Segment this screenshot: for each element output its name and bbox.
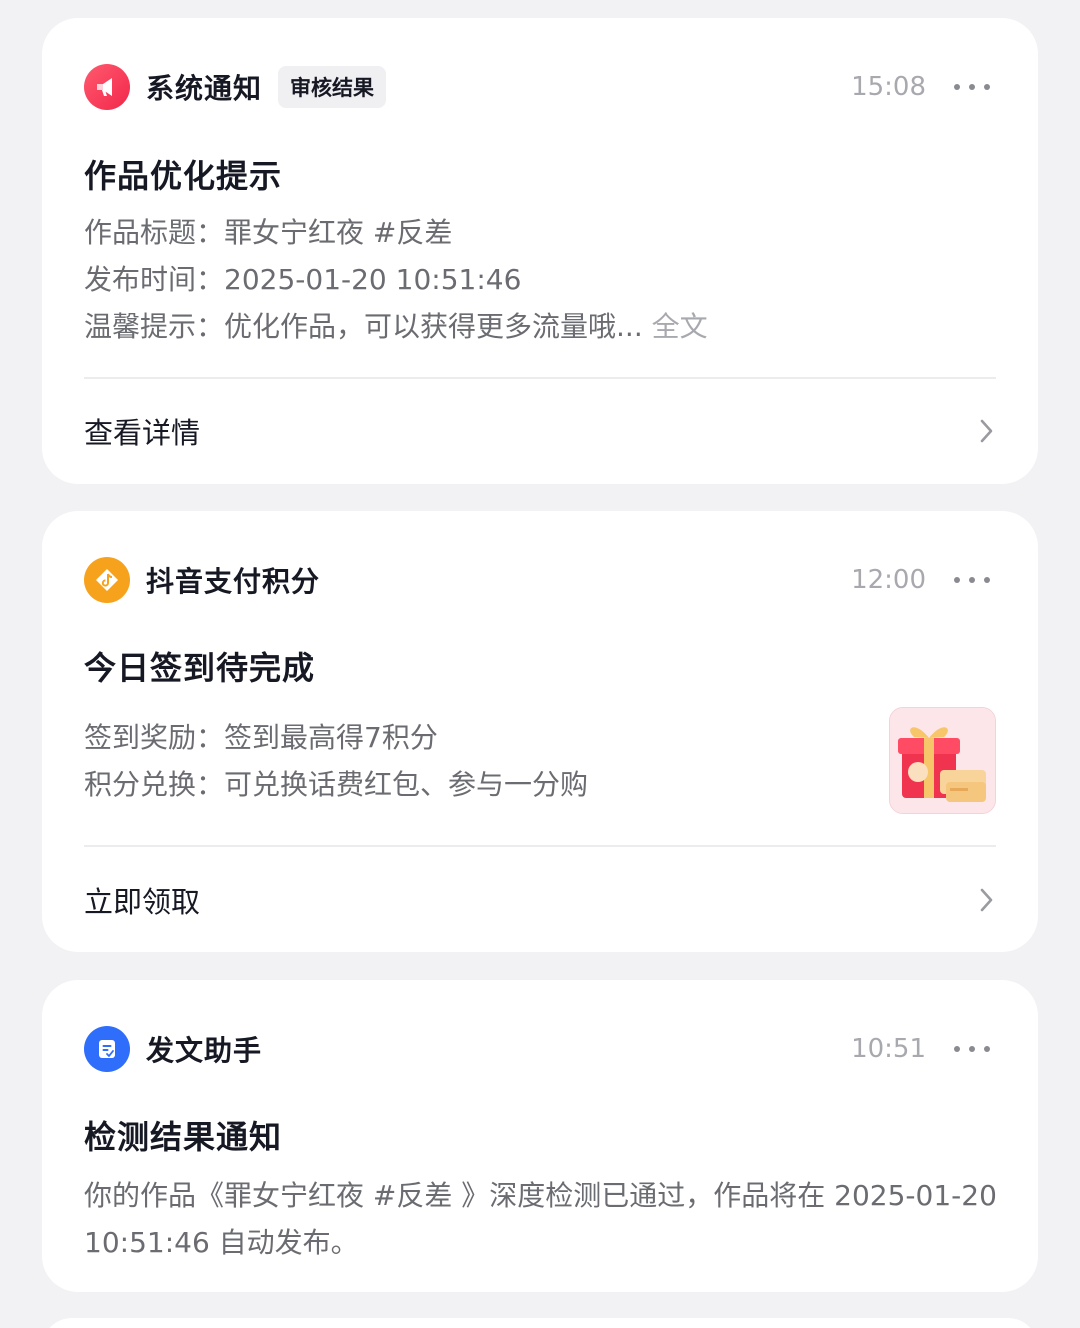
detail-label: 发布时间： [84,263,225,296]
detail-label: 温馨提示： [84,310,225,343]
timestamp: 12:00 [851,565,926,595]
divider [84,845,996,847]
more-dots-icon[interactable] [954,72,990,102]
full-text-link[interactable]: 全文 [652,310,708,343]
notification-title: 今日签到待完成 [84,649,316,687]
notification-title: 作品优化提示 [84,157,283,195]
chevron-right-icon [980,419,993,443]
notification-details: 签到奖励：签到最高得7积分 积分兑换：可兑换话费红包、参与一分购 [84,714,996,808]
action-label: 立即领取 [84,885,201,919]
notification-title: 检测结果通知 [84,1118,283,1156]
douyin-pay-icon [84,557,130,603]
card-header: 抖音支付积分 12:00 [84,557,996,603]
detail-value: 签到最高得7积分 [224,721,438,754]
detail-line: 作品标题：罪女宁红夜 #反差 [84,209,996,256]
megaphone-icon [84,64,130,110]
notification-card-post-assistant[interactable]: 发文助手 10:51 检测结果通知 你的作品《罪女宁红夜 #反差 》深度检测已通… [42,980,1038,1292]
sender-name: 系统通知 [146,72,263,105]
detail-label: 签到奖励： [84,721,225,754]
more-dots-icon[interactable] [954,565,990,595]
notification-feed: 系统通知 审核结果 15:08 作品优化提示 作品标题：罪女宁红夜 #反差 发布… [0,0,1080,1328]
detail-line: 温馨提示：优化作品，可以获得更多流量哦... 全文 [84,303,996,350]
view-details-button[interactable]: 查看详情 [84,401,996,461]
detail-value: 可兑换话费红包、参与一分购 [224,768,589,801]
more-dots-icon[interactable] [954,1034,990,1064]
claim-now-button[interactable]: 立即领取 [84,870,996,930]
timestamp: 10:51 [851,1034,926,1064]
notification-body: 你的作品《罪女宁红夜 #反差 》深度检测已通过，作品将在 2025-01-20 … [84,1179,997,1259]
detail-line: 积分兑换：可兑换话费红包、参与一分购 [84,761,996,808]
sender-name: 抖音支付积分 [146,565,321,598]
chevron-right-icon [980,888,993,912]
detail-value: 优化作品，可以获得更多流量哦... [224,310,643,343]
card-header: 系统通知 审核结果 15:08 [84,64,996,110]
action-label: 查看详情 [84,416,201,450]
detail-label: 积分兑换： [84,768,225,801]
card-header: 发文助手 10:51 [84,1026,996,1072]
detail-line: 签到奖励：签到最高得7积分 [84,714,996,761]
notification-details: 作品标题：罪女宁红夜 #反差 发布时间：2025-01-20 10:51:46 … [84,209,996,350]
detail-value: 2025-01-20 10:51:46 [224,263,522,296]
notification-card-system[interactable]: 系统通知 审核结果 15:08 作品优化提示 作品标题：罪女宁红夜 #反差 发布… [42,18,1038,484]
timestamp: 15:08 [851,72,926,102]
notification-card-partial[interactable] [42,1318,1038,1328]
detail-label: 作品标题： [84,216,225,249]
gift-box-thumbnail [889,707,996,814]
sender-name: 发文助手 [146,1034,263,1067]
notification-card-pay-points[interactable]: 抖音支付积分 12:00 今日签到待完成 签到奖励：签到最高得7积分 积分兑换：… [42,511,1038,952]
detail-line: 发布时间：2025-01-20 10:51:46 [84,256,996,303]
document-icon [84,1026,130,1072]
divider [84,377,996,379]
status-tag: 审核结果 [278,66,387,108]
detail-value: 罪女宁红夜 #反差 [224,216,453,249]
